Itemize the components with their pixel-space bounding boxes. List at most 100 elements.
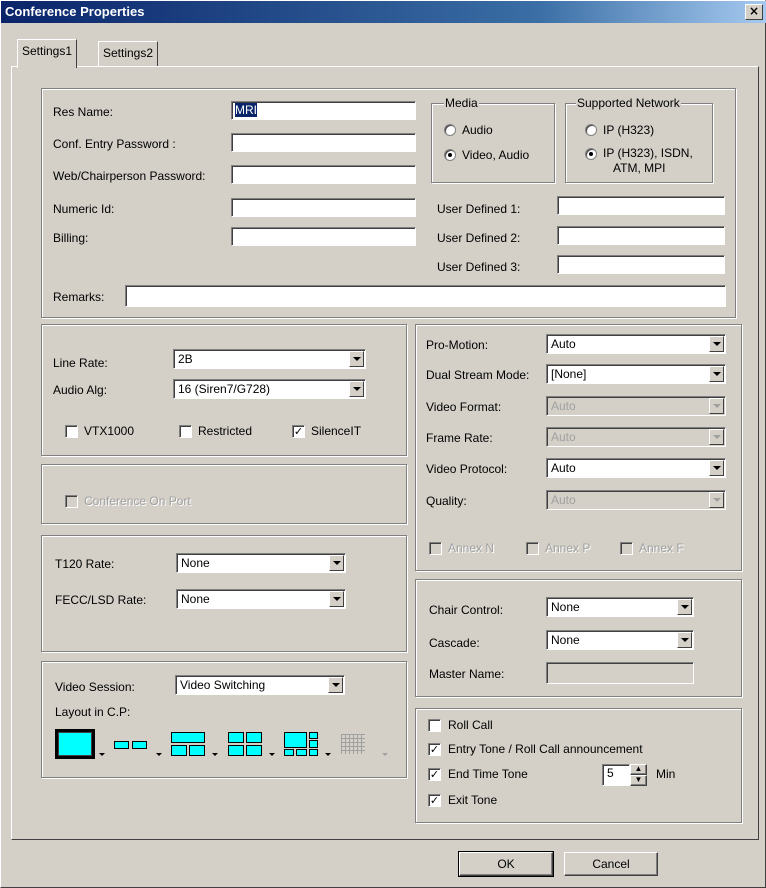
end-time-tone-checkbox[interactable]: ✓ [428,768,441,781]
chair-control-select[interactable]: None [546,597,694,617]
annex-p-checkbox[interactable] [526,542,539,555]
layout-2x1-icon[interactable] [114,741,148,751]
audio-alg-select[interactable]: 16 (Siren7/G728) [173,379,366,399]
web-password-input[interactable] [231,165,416,184]
chevron-down-icon[interactable] [677,632,692,648]
dual-stream-label: Dual Stream Mode: [426,368,530,382]
layout-1x1-dropdown-icon[interactable] [99,753,105,756]
chevron-down-icon[interactable] [709,366,724,382]
chevron-down-icon[interactable] [709,429,724,445]
close-button[interactable]: × [745,4,763,20]
silenceit-label: SilenceIT [311,424,362,438]
res-name-input[interactable]: MRI [231,101,416,120]
restricted-label: Restricted [198,424,253,438]
spin-down-icon[interactable]: ▼ [630,775,647,786]
pro-motion-select[interactable]: Auto [546,334,726,354]
user-defined-1-input[interactable] [557,196,725,215]
chevron-down-icon[interactable] [329,591,344,607]
frame-rate-label: Frame Rate: [426,431,493,445]
fecc-rate-select[interactable]: None [176,589,346,609]
user-defined-2-label: User Defined 2: [437,231,521,245]
chevron-down-icon[interactable] [709,460,724,476]
dual-stream-select[interactable]: [None] [546,364,726,384]
t120-rate-label: T120 Rate: [55,557,115,571]
annex-f-checkbox[interactable] [620,542,633,555]
billing-input[interactable] [231,227,416,246]
layout-1x1-icon[interactable] [55,729,95,759]
line-rate-value: 2B [178,352,193,366]
res-name-value: MRI [235,103,257,117]
chevron-down-icon[interactable] [709,336,724,352]
res-name-label: Res Name: [53,105,114,119]
end-time-tone-label: End Time Tone [448,767,528,781]
layout-1-5-icon[interactable] [284,732,318,756]
video-session-select[interactable]: Video Switching [175,675,345,695]
quality-value: Auto [551,493,576,507]
exit-tone-label: Exit Tone [448,793,498,807]
restricted-checkbox[interactable] [179,425,192,438]
chevron-down-icon[interactable] [709,492,724,508]
network-ip-radio[interactable] [585,124,597,136]
media-video-audio-label: Video, Audio [462,148,530,162]
spin-up-icon[interactable]: ▲ [630,764,647,775]
line-rate-select[interactable]: 2B [173,349,366,369]
ok-button[interactable]: OK [458,851,554,877]
layout-1-5-dropdown-icon[interactable] [325,753,331,756]
vtx1000-checkbox[interactable] [65,425,78,438]
roll-call-label: Roll Call [448,718,493,732]
video-protocol-select[interactable]: Auto [546,458,726,478]
chevron-down-icon[interactable] [328,677,343,693]
title-bar: Conference Properties × [1,1,766,23]
layout-grid-icon[interactable] [341,734,365,754]
tab-settings1[interactable]: Settings1 [17,39,78,68]
media-video-audio-radio[interactable] [444,149,456,161]
t120-rate-select[interactable]: None [176,553,346,573]
conference-on-port-checkbox[interactable] [65,495,78,508]
layout-2x2-dropdown-icon[interactable] [269,753,275,756]
web-password-label: Web/Chairperson Password: [53,169,206,183]
network-ip-isdn-radio[interactable] [585,148,597,160]
conference-properties-dialog: Conference Properties × Settings1 Settin… [0,0,766,888]
layout-1-2-dropdown-icon[interactable] [212,753,218,756]
cascade-label: Cascade: [429,636,480,650]
video-session-value: Video Switching [180,678,266,692]
window-title: Conference Properties [5,4,145,19]
entry-tone-label: Entry Tone / Roll Call announcement [448,742,643,756]
chevron-down-icon[interactable] [329,555,344,571]
chevron-down-icon[interactable] [677,599,692,615]
remarks-input[interactable] [125,285,726,307]
billing-label: Billing: [53,231,89,245]
user-defined-2-input[interactable] [557,226,725,245]
quality-select[interactable]: Auto [546,490,726,510]
exit-tone-checkbox[interactable]: ✓ [428,794,441,807]
chevron-down-icon[interactable] [349,381,364,397]
layout-grid-dropdown-icon[interactable] [382,753,388,756]
video-format-select[interactable]: Auto [546,396,726,416]
chevron-down-icon[interactable] [709,398,724,414]
user-defined-3-input[interactable] [557,255,725,274]
end-time-minutes-input[interactable]: 5 [602,764,630,786]
entry-tone-checkbox[interactable]: ✓ [428,743,441,756]
remarks-label: Remarks: [53,290,105,304]
end-time-spinner[interactable]: ▲ ▼ [630,764,647,786]
layout-2x2-icon[interactable] [228,732,262,756]
frame-rate-select[interactable]: Auto [546,427,726,447]
media-audio-radio[interactable] [444,124,456,136]
layout-1-2-icon[interactable] [171,732,205,756]
layout-2x1-dropdown-icon[interactable] [156,753,162,756]
cascade-value: None [551,633,580,647]
roll-call-checkbox[interactable] [428,719,441,732]
fecc-rate-value: None [181,592,210,606]
numeric-id-input[interactable] [231,198,416,217]
silenceit-checkbox[interactable]: ✓ [292,425,305,438]
tab-settings2[interactable]: Settings2 [98,41,159,66]
entry-password-input[interactable] [231,133,416,152]
network-ip-label: IP (H323) [603,123,655,137]
cancel-button[interactable]: Cancel [564,852,658,876]
cascade-select[interactable]: None [546,630,694,650]
audio-alg-label: Audio Alg: [53,383,108,397]
annex-n-label: Annex N [448,541,495,555]
annex-n-checkbox[interactable] [429,542,442,555]
master-name-input[interactable] [546,662,694,684]
chevron-down-icon[interactable] [349,351,364,367]
